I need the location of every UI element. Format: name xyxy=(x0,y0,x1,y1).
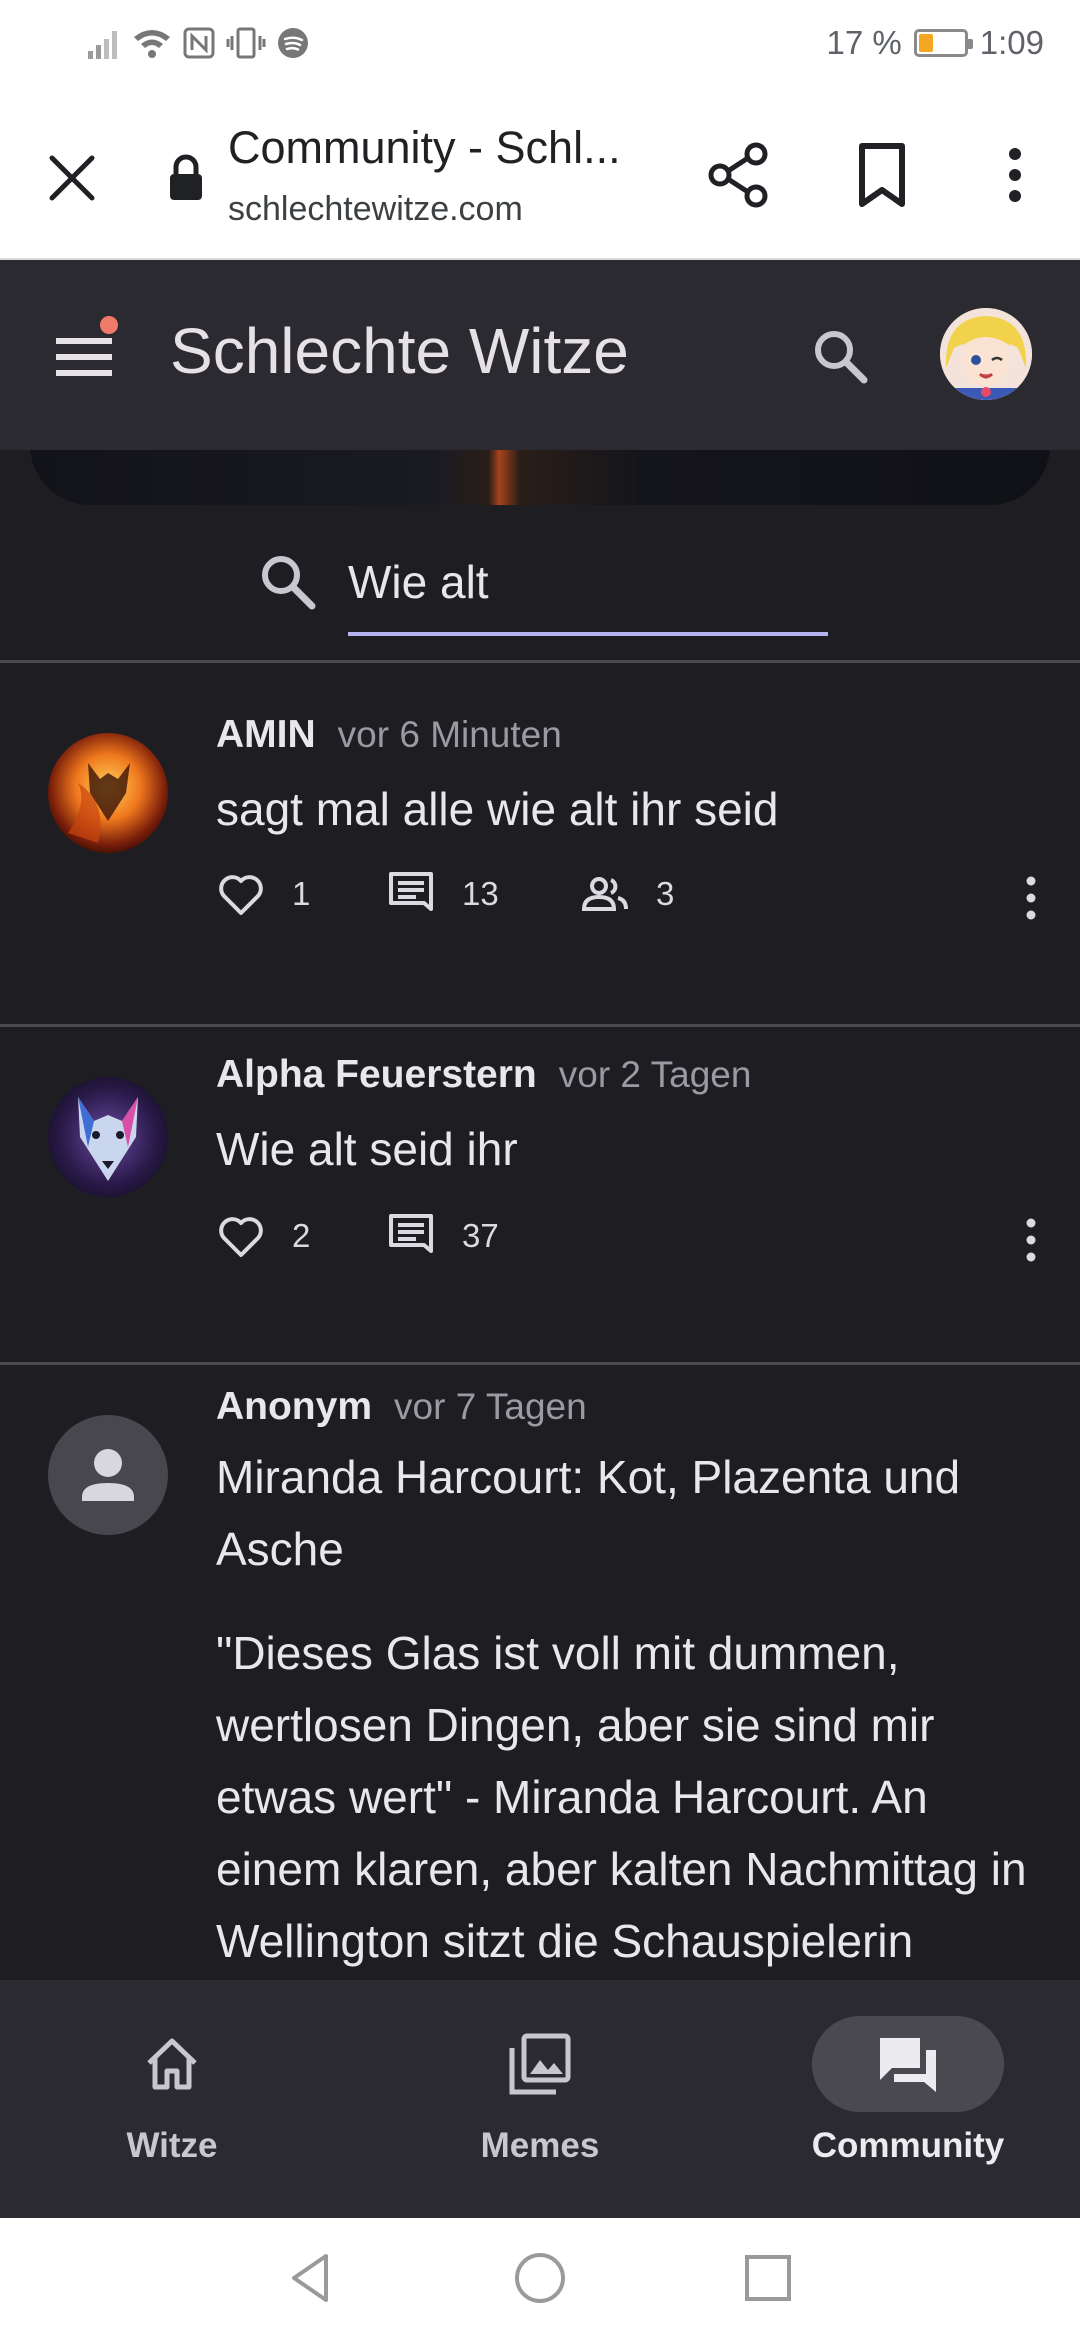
bookmark-icon[interactable] xyxy=(852,140,912,210)
menu-icon[interactable] xyxy=(56,332,114,382)
system-navigation-bar xyxy=(0,2218,1080,2340)
search-icon[interactable] xyxy=(810,326,870,386)
comment-button[interactable]: 37 xyxy=(386,1211,499,1261)
image-gallery-icon xyxy=(509,2033,571,2095)
nav-label: Community xyxy=(811,2126,1005,2165)
comment-button[interactable]: 13 xyxy=(386,869,499,919)
spotify-icon xyxy=(278,28,308,58)
author-name: AMIN xyxy=(216,713,316,756)
nav-label: Memes xyxy=(480,2126,600,2165)
author-avatar[interactable] xyxy=(48,1077,168,1197)
post-author[interactable]: Anonym vor 7 Tagen xyxy=(216,1385,587,1429)
post-time: vor 6 Minuten xyxy=(337,714,562,755)
vibrate-icon xyxy=(226,27,266,59)
close-icon[interactable] xyxy=(40,146,104,210)
banner-image xyxy=(30,450,1050,505)
avatar-image xyxy=(940,308,1032,400)
browser-toolbar: Community - Schl... schlechtewitze.com xyxy=(0,92,1080,260)
nav-label: Witze xyxy=(126,2126,218,2165)
heart-icon xyxy=(219,1217,263,1257)
battery-percent: 17 % xyxy=(826,24,902,61)
nav-icon-container xyxy=(444,2016,636,2112)
nfc-icon xyxy=(183,27,215,59)
nav-item-memes[interactable]: Memes xyxy=(420,2016,660,2186)
person-icon xyxy=(82,1449,134,1501)
recents-icon[interactable] xyxy=(738,2248,798,2308)
main-content: AMIN vor 6 Minuten sagt mal alle wie alt … xyxy=(0,450,1080,1980)
list-item[interactable]: Alpha Feuerstern vor 2 Tagen Wie alt seid… xyxy=(0,1027,1080,1365)
nav-icon-container xyxy=(76,2016,268,2112)
post-text: sagt mal alle wie alt ihr seid xyxy=(216,783,779,835)
heart-icon xyxy=(219,875,263,915)
author-avatar[interactable] xyxy=(48,733,168,853)
comment-count: 37 xyxy=(462,1217,499,1254)
post-text: Wie alt seid ihr xyxy=(216,1123,518,1175)
app-title: Schlechte Witze xyxy=(170,315,629,387)
wifi-icon xyxy=(134,30,170,58)
nav-icon-container xyxy=(812,2016,1004,2112)
share-icon[interactable] xyxy=(704,140,774,210)
post-time: vor 7 Tagen xyxy=(394,1386,587,1427)
status-bar: 17 % 1:09 xyxy=(0,0,1080,92)
more-vert-icon[interactable] xyxy=(1000,140,1030,210)
post-author[interactable]: Alpha Feuerstern vor 2 Tagen xyxy=(216,1053,751,1097)
post-title: Miranda Harcourt: Kot, Plazenta und Asch… xyxy=(216,1451,961,1575)
clock: 1:09 xyxy=(979,24,1044,61)
search-input[interactable] xyxy=(348,552,828,612)
lock-icon xyxy=(170,154,202,200)
signal-icon xyxy=(88,31,117,59)
comment-icon xyxy=(389,1214,433,1253)
user-avatar[interactable] xyxy=(940,308,1032,400)
status-icons-left xyxy=(86,26,310,60)
avatar-image xyxy=(48,733,168,853)
battery-icon xyxy=(913,29,973,57)
post-stats: 2 37 xyxy=(216,1211,1046,1271)
author-name: Alpha Feuerstern xyxy=(216,1053,537,1096)
people-icon xyxy=(581,877,628,911)
comment-icon xyxy=(389,872,433,911)
author-name: Anonym xyxy=(216,1385,372,1428)
search-icon xyxy=(262,556,316,610)
community-search xyxy=(256,550,828,640)
participants: 3 xyxy=(580,869,674,919)
status-icons-right: 17 % 1:09 xyxy=(827,24,1044,62)
back-icon[interactable] xyxy=(282,2248,342,2308)
list-item[interactable]: AMIN vor 6 Minuten sagt mal alle wie alt … xyxy=(0,663,1080,1003)
post-author[interactable]: AMIN vor 6 Minuten xyxy=(216,713,562,757)
participant-count: 3 xyxy=(656,875,675,912)
home-icon xyxy=(147,2038,197,2090)
like-count: 1 xyxy=(292,875,311,912)
page-url[interactable]: schlechtewitze.com xyxy=(228,190,523,229)
app-header: Schlechte Witze xyxy=(0,260,1080,450)
comment-count: 13 xyxy=(462,875,499,912)
like-button[interactable]: 1 xyxy=(216,869,310,919)
nav-item-witze[interactable]: Witze xyxy=(52,2016,292,2186)
more-vert-icon[interactable] xyxy=(1016,1215,1046,1265)
avatar-image xyxy=(48,1077,168,1197)
nav-item-community[interactable]: Community xyxy=(788,2016,1028,2186)
post-stats: 1 13 3 xyxy=(216,869,1046,929)
search-underline xyxy=(348,632,828,636)
author-avatar[interactable] xyxy=(48,1415,168,1535)
list-item[interactable]: Anonym vor 7 Tagen Miranda Harcourt: Kot,… xyxy=(0,1365,1080,1980)
forum-icon xyxy=(880,2038,936,2092)
more-vert-icon[interactable] xyxy=(1016,873,1046,923)
post-text: "Dieses Glas ist voll mit dummen, wertlo… xyxy=(216,1627,1027,1967)
notification-dot xyxy=(100,316,118,334)
home-circle-icon[interactable] xyxy=(510,2248,570,2308)
page-title: Community - Schl... xyxy=(228,122,621,173)
post-time: vor 2 Tagen xyxy=(558,1054,752,1095)
like-button[interactable]: 2 xyxy=(216,1211,310,1261)
bottom-navigation: Witze Memes Community xyxy=(0,1980,1080,2218)
like-count: 2 xyxy=(292,1217,311,1254)
